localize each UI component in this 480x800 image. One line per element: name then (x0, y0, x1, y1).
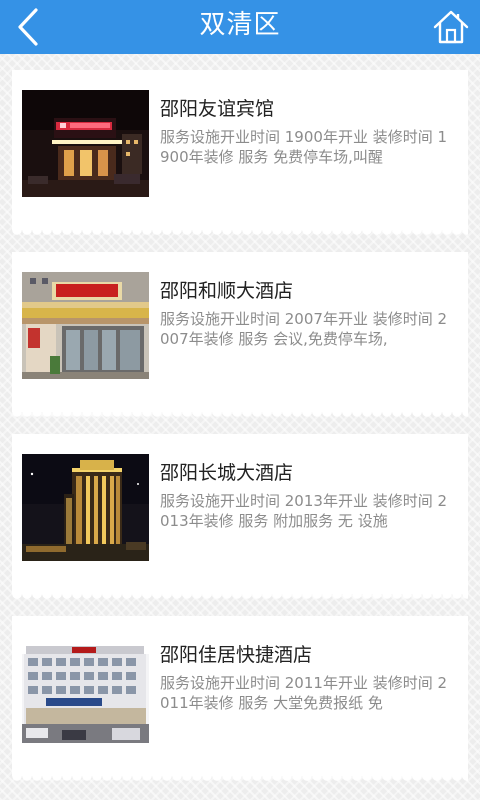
hotel-name: 邵阳和顺大酒店 (160, 280, 294, 302)
hotel-description: 服务设施开业时间 2007年开业 装修时间 2007年装修 服务 会议,免费停车… (160, 310, 448, 348)
home-button[interactable] (432, 8, 470, 46)
hotel-photo (22, 636, 149, 743)
hotel-photo (22, 454, 149, 561)
hotel-description: 服务设施开业时间 2011年开业 装修时间 2011年装修 服务 大堂免费报纸 … (160, 674, 448, 712)
hotel-card[interactable]: 邵阳友谊宾馆 服务设施开业时间 1900年开业 装修时间 1900年装修 服务 … (12, 70, 468, 236)
page-title: 双清区 (199, 10, 281, 40)
hotel-description: 服务设施开业时间 2013年开业 装修时间 2013年装修 服务 附加服务 无 … (160, 492, 448, 530)
back-button[interactable] (6, 4, 52, 50)
hotel-photo (22, 272, 149, 379)
hotel-card[interactable]: 邵阳和顺大酒店 服务设施开业时间 2007年开业 装修时间 2007年装修 服务… (12, 252, 468, 418)
hotel-card[interactable]: 邵阳长城大酒店 服务设施开业时间 2013年开业 装修时间 2013年装修 服务… (12, 434, 468, 600)
hotel-list: 邵阳友谊宾馆 服务设施开业时间 1900年开业 装修时间 1900年装修 服务 … (12, 70, 468, 798)
hotel-photo (22, 90, 149, 197)
hotel-name: 邵阳佳居快捷酒店 (160, 644, 313, 666)
back-arrow-icon (18, 8, 38, 46)
hotel-name: 邵阳长城大酒店 (160, 462, 294, 484)
hotel-description: 服务设施开业时间 1900年开业 装修时间 1900年装修 服务 免费停车场,叫… (160, 128, 448, 166)
top-bar: 双清区 (0, 0, 480, 54)
hotel-name: 邵阳友谊宾馆 (160, 98, 275, 120)
home-icon (433, 10, 469, 44)
hotel-card[interactable]: 邵阳佳居快捷酒店 服务设施开业时间 2011年开业 装修时间 2011年装修 服… (12, 616, 468, 782)
